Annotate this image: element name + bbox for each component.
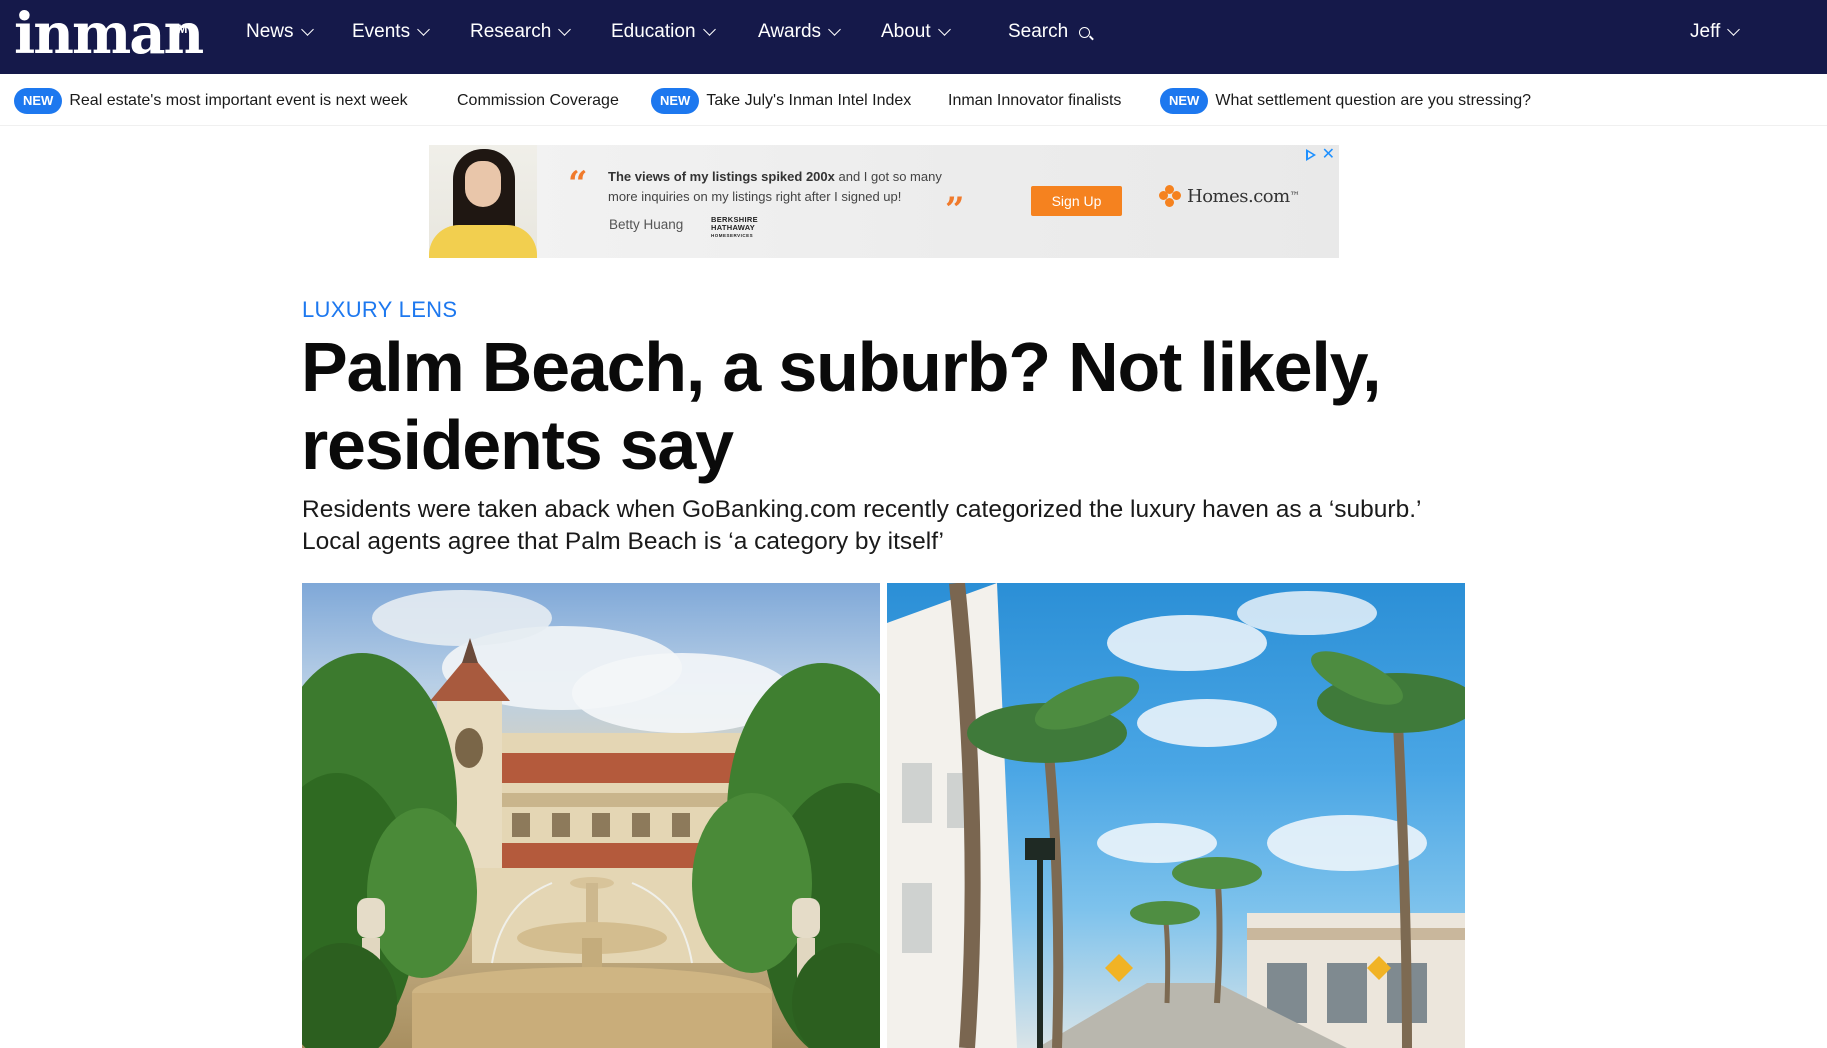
ad-testimonial-highlight: The views of my listings spiked 200x (608, 169, 835, 184)
nav-item-news[interactable]: News (246, 0, 314, 64)
chevron-down-icon (702, 23, 716, 36)
chevron-down-icon (417, 23, 430, 36)
ticker-text: Take July's Inman Intel Index (706, 92, 912, 109)
nav-item-education[interactable]: Education (611, 0, 716, 64)
nav-item-label: About (881, 21, 931, 42)
homes-com-flower-icon (1159, 185, 1181, 207)
advertisement-banner[interactable]: “ The views of my listings spiked 200x a… (429, 145, 1339, 258)
ticker-text: Real estate's most important event is ne… (69, 92, 408, 109)
new-badge: NEW (14, 88, 63, 114)
nav-item-label: Awards (758, 21, 822, 42)
search-button[interactable]: Search (1008, 0, 1091, 64)
adchoices-icon[interactable] (1305, 149, 1316, 161)
ticker-link-innovator[interactable]: Inman Innovator finalists (948, 86, 1121, 116)
top-navigation-bar: inman TM News Events Research Education … (0, 0, 1827, 74)
fountain-illustration (302, 590, 880, 1048)
ad-controls: ✕ (1305, 147, 1335, 163)
new-badge: NEW (651, 88, 700, 114)
homes-com-wordmark: Homes.com (1187, 185, 1290, 207)
nav-item-awards[interactable]: Awards (758, 0, 841, 64)
new-badge: NEW (1160, 88, 1209, 114)
chevron-down-icon (828, 23, 841, 36)
ticker-text: What settlement question are you stressi… (1215, 92, 1532, 109)
article-category-link[interactable]: LUXURY LENS (302, 297, 457, 323)
homes-com-logo: Homes.com ™ (1159, 185, 1300, 207)
chevron-down-icon (300, 23, 314, 36)
search-label: Search (1008, 21, 1069, 42)
chevron-down-icon (1727, 23, 1741, 36)
article-headline: Palm Beach, a suburb? Not likely, reside… (301, 328, 1382, 484)
article-hero-image-fountain (302, 583, 880, 1048)
open-quote-icon: “ (568, 164, 588, 204)
headline-ticker: NEW Real estate's most important event i… (0, 74, 1827, 126)
user-name: Jeff (1690, 21, 1721, 42)
ticker-link-event[interactable]: NEW Real estate's most important event i… (14, 86, 408, 116)
ad-sign-up-button[interactable]: Sign Up (1031, 186, 1122, 216)
article-dek: Residents were taken aback when GoBankin… (302, 496, 1421, 555)
berkshire-hathaway-logo: BERKSHIRE HATHAWAY HOMESERVICES (711, 215, 758, 239)
ticker-text: Inman Innovator finalists (948, 92, 1122, 109)
ad-close-icon[interactable]: ✕ (1322, 147, 1335, 163)
nav-item-label: Education (611, 21, 696, 42)
nav-item-label: News (246, 21, 294, 42)
chevron-down-icon (937, 23, 951, 36)
ticker-text: Commission Coverage (457, 92, 619, 109)
ad-author-name: Betty Huang (609, 217, 684, 232)
palm-street-illustration (887, 583, 1465, 1048)
ad-testimonial: The views of my listings spiked 200x and… (608, 167, 968, 207)
article-hero-image-worth-avenue (887, 583, 1465, 1048)
user-menu[interactable]: Jeff (1690, 0, 1741, 64)
inman-logo[interactable]: inman TM (14, 2, 204, 72)
homes-com-tm: ™ (1289, 190, 1300, 202)
nav-item-label: Events (352, 21, 411, 42)
ticker-link-settlement[interactable]: NEW What settlement question are you str… (1160, 86, 1531, 116)
logo-trademark: TM (170, 22, 188, 36)
ticker-link-commission[interactable]: Commission Coverage (457, 86, 619, 116)
nav-item-events[interactable]: Events (352, 0, 430, 64)
ticker-link-intel-index[interactable]: NEW Take July's Inman Intel Index (651, 86, 911, 116)
search-icon (1079, 26, 1091, 38)
chevron-down-icon (558, 23, 572, 36)
nav-item-research[interactable]: Research (470, 0, 572, 64)
close-quote-icon: ” (945, 190, 965, 230)
nav-item-about[interactable]: About (881, 0, 951, 64)
nav-item-label: Research (470, 21, 552, 42)
ad-portrait-image (429, 145, 537, 258)
